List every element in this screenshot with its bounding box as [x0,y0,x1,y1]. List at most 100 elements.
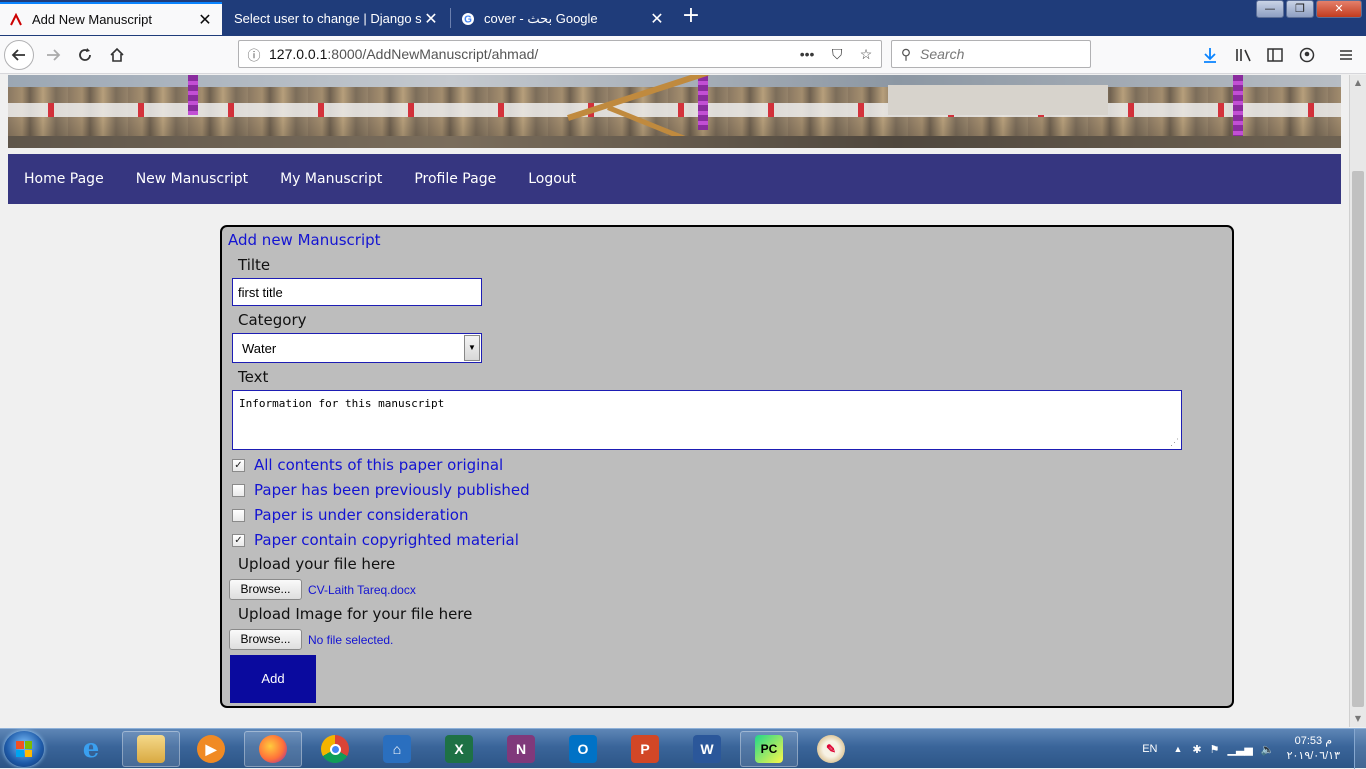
media-player-icon[interactable]: ▶ [182,731,240,767]
minimize-button[interactable]: — [1256,0,1284,18]
scrollbar-thumb[interactable] [1352,171,1364,707]
resize-grip-icon[interactable]: ⋰ [1170,438,1179,448]
pycharm-icon[interactable]: PC [740,731,798,767]
site-nav-menu: Home Page New Manuscript My Manuscript P… [8,154,1341,204]
show-hidden-icons-icon[interactable]: ▲ [1174,744,1183,754]
outlook-icon[interactable]: O [554,731,612,767]
google-favicon-icon: G [460,11,476,27]
original-checkbox-label[interactable]: All contents of this paper original [254,456,503,474]
page-actions-icon[interactable]: ••• [800,46,815,63]
clock-time: 07:53 م [1294,735,1332,747]
search-icon: ⚲ [900,45,912,62]
checkbox-row-published: Paper has been previously published [232,481,530,499]
paint-icon[interactable]: ✎ [802,731,860,767]
close-tab-icon[interactable]: ✕ [648,9,666,29]
back-button[interactable] [4,40,34,70]
copyrighted-checkbox[interactable]: ✓ [232,533,245,547]
browse-file-button[interactable]: Browse... [229,579,302,600]
upload-file-label: Upload your file here [238,555,396,573]
text-label: Text [238,368,269,386]
selected-image-name: No file selected. [308,632,394,647]
chrome-icon[interactable] [306,731,364,767]
close-tab-icon[interactable]: ✕ [196,10,214,30]
copyrighted-checkbox-label[interactable]: Paper contain copyrighted material [254,531,519,549]
downloads-icon[interactable] [1202,40,1218,70]
form-heading: Add new Manuscript [228,231,381,249]
site-info-icon[interactable]: ⓘ [239,45,269,64]
add-button[interactable]: Add [230,655,316,703]
url-bar[interactable]: ⓘ 127.0.0.1:8000/AddNewManuscript/ahmad/… [238,40,882,68]
file-upload-row: Browse... CV-Laith Tareq.docx [229,579,416,600]
scroll-down-icon[interactable]: ▼ [1350,711,1366,727]
store-icon[interactable]: ⌂ [368,731,426,767]
checkbox-row-original: ✓ All contents of this paper original [232,456,503,474]
url-text[interactable]: 127.0.0.1:8000/AddNewManuscript/ahmad/ [269,46,791,62]
powerpoint-icon[interactable]: P [616,731,674,767]
pocket-icon[interactable]: ⛉ [832,46,843,63]
internet-explorer-icon[interactable]: e [62,731,120,767]
selected-file-name: CV-Laith Tareq.docx [308,582,416,597]
django-favicon-icon [8,12,24,28]
tab-add-new-manuscript[interactable]: Add New Manuscript ✕ [0,2,222,35]
checkbox-row-copyrighted: ✓ Paper contain copyrighted material [232,531,519,549]
original-checkbox[interactable]: ✓ [232,458,245,472]
published-checkbox-label[interactable]: Paper has been previously published [254,481,530,499]
tab-django-admin[interactable]: Select user to change | Django site a ✕ [226,2,448,35]
start-button[interactable] [4,731,44,767]
nav-home-page[interactable]: Home Page [24,171,104,187]
firefox-icon[interactable] [244,731,302,767]
onenote-icon[interactable]: N [492,731,550,767]
maximize-button[interactable]: ❐ [1286,0,1314,18]
consideration-checkbox[interactable] [232,508,245,522]
close-tab-icon[interactable]: ✕ [422,9,440,29]
new-tab-button[interactable]: + [680,4,702,30]
forward-button[interactable] [38,40,68,70]
title-label: Tilte [238,256,271,274]
library-icon[interactable] [1235,40,1253,70]
home-icon [110,47,124,62]
clock[interactable]: 07:53 م ٢٠١٩/٠٦/١٣ [1287,734,1340,764]
reload-button[interactable] [70,40,100,70]
title-input[interactable]: first title [232,278,482,306]
bookmark-star-icon[interactable]: ☆ [860,46,873,63]
category-label: Category [238,311,307,329]
checkbox-row-consideration: Paper is under consideration [232,506,468,524]
excel-icon[interactable]: X [430,731,488,767]
tab-title: Add New Manuscript [32,12,152,27]
bluetooth-icon[interactable]: ✱ [1192,743,1201,756]
clock-date: ٢٠١٩/٠٦/١٣ [1286,750,1340,762]
banner-fence [8,103,1341,117]
search-placeholder: Search [920,46,965,62]
chevron-down-icon[interactable]: ▼ [464,335,480,361]
show-desktop-button[interactable] [1354,729,1366,769]
nav-logout[interactable]: Logout [528,171,576,187]
scroll-up-icon[interactable]: ▲ [1350,75,1366,91]
consideration-checkbox-label[interactable]: Paper is under consideration [254,506,468,524]
tab-google-search[interactable]: G cover - بحث Google ✕ [452,2,674,35]
file-explorer-icon[interactable] [122,731,180,767]
nav-new-manuscript[interactable]: New Manuscript [136,171,248,187]
close-window-button[interactable]: ✕ [1316,0,1362,18]
language-indicator[interactable]: EN [1142,743,1157,755]
sidebar-icon[interactable] [1267,40,1283,70]
network-signal-icon[interactable]: ▁▃▅ [1228,743,1253,756]
category-select[interactable]: Water ▼ [232,333,482,363]
search-bar[interactable]: ⚲ Search [891,40,1091,68]
home-button[interactable] [102,40,132,70]
text-area[interactable]: Information for this manuscript ⋰ [232,390,1182,450]
hamburger-menu-icon[interactable] [1339,40,1353,70]
action-center-flag-icon[interactable]: ⚑ [1210,743,1220,756]
system-tray: EN ▲ ✱ ⚑ ▁▃▅ 🔈 07:53 م ٢٠١٩/٠٦/١٣ [1142,729,1366,769]
volume-icon[interactable]: 🔈 [1261,743,1275,756]
nav-my-manuscript[interactable]: My Manuscript [280,171,382,187]
word-icon[interactable]: W [678,731,736,767]
page-scrollbar[interactable]: ▲ ▼ [1349,75,1366,727]
nav-profile-page[interactable]: Profile Page [414,171,496,187]
svg-text:G: G [464,14,472,25]
browse-image-button[interactable]: Browse... [229,629,302,650]
published-checkbox[interactable] [232,483,245,497]
category-value: Water [242,341,277,356]
browser-tab-strip: Add New Manuscript ✕ Select user to chan… [0,0,1366,36]
account-icon[interactable] [1299,40,1315,70]
text-area-value: Information for this manuscript [239,397,445,410]
